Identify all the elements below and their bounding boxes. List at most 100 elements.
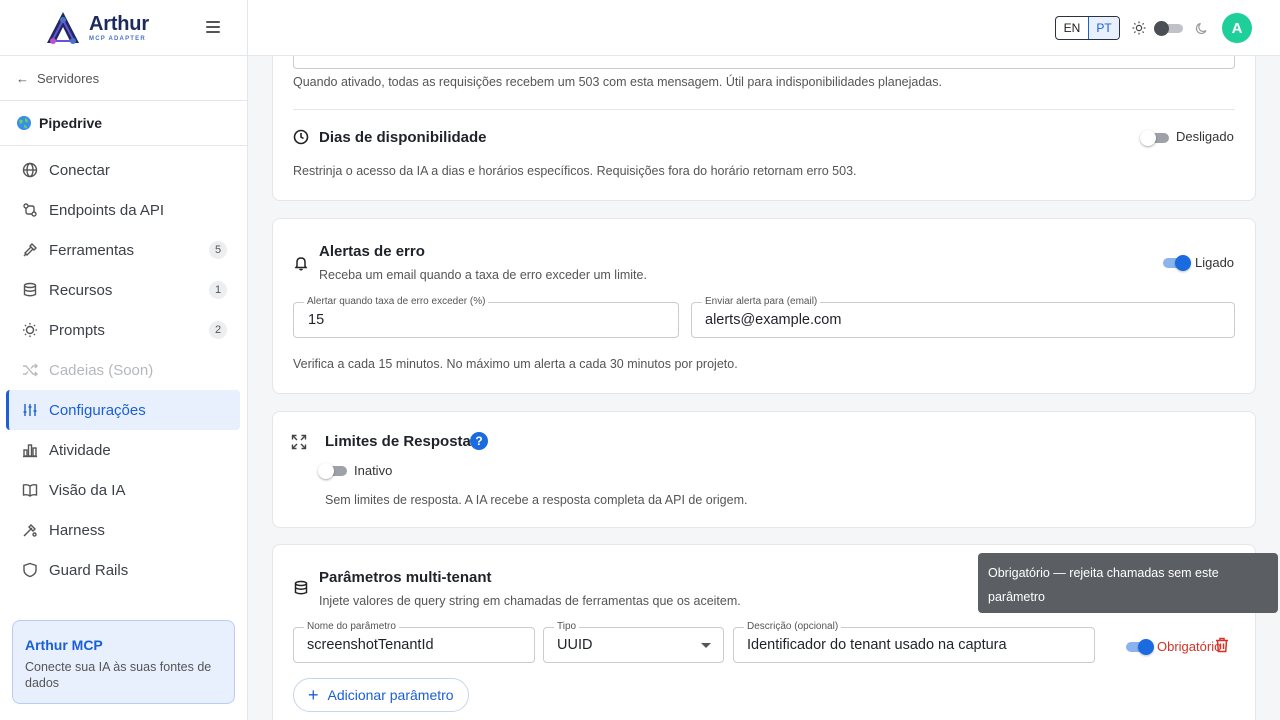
sidebar-item-prompts[interactable]: Prompts 2 (6, 310, 240, 350)
theme-toggle[interactable] (1154, 21, 1184, 36)
sidebar-item-label: Cadeias (Soon) (49, 361, 154, 379)
trash-icon[interactable] (1215, 637, 1229, 653)
sun-icon (1132, 21, 1146, 35)
availability-status: Desligado (1176, 129, 1234, 144)
promo-title: Arthur MCP (25, 637, 103, 653)
bulb-icon (22, 322, 38, 338)
menu-icon[interactable] (206, 21, 220, 33)
prompts-count-badge: 2 (209, 321, 227, 339)
sidebar-item-label: Visão da IA (49, 481, 126, 499)
logo-bar: Arthur MCP ADAPTER (0, 0, 247, 56)
user-avatar[interactable]: A (1222, 13, 1252, 43)
sidebar-item-atividade[interactable]: Atividade (6, 430, 240, 470)
sidebar-item-endpoints[interactable]: Endpoints da API (6, 190, 240, 230)
lang-en-button[interactable]: EN (1056, 17, 1088, 39)
alerts-helper: Verifica a cada 15 minutos. No máximo um… (293, 357, 738, 371)
add-parameter-button[interactable]: + Adicionar parâmetro (293, 678, 469, 712)
param-description-input[interactable]: Descrição (opcional) Identificador do te… (733, 621, 1095, 663)
sidebar-item-label: Guard Rails (49, 561, 129, 579)
param-type-select[interactable]: Tipo UUID (543, 621, 724, 663)
language-switcher: EN PT (1055, 16, 1120, 40)
bell-icon (293, 255, 309, 271)
alert-email-input[interactable]: Enviar alerta para (email) alerts@exampl… (691, 296, 1235, 338)
database-icon (22, 282, 38, 298)
arthur-logo-icon (47, 11, 79, 44)
sidebar-item-ferramentas[interactable]: Ferramentas 5 (6, 230, 240, 270)
endpoints-icon (22, 202, 38, 218)
alerts-subtitle: Receba um email quando a taxa de erro ex… (319, 268, 647, 282)
sidebar-item-label: Endpoints da API (49, 201, 165, 219)
limits-title: Limites de Resposta (325, 433, 471, 450)
harness-icon (22, 522, 38, 538)
param-required-toggle[interactable] (1124, 639, 1154, 655)
alerts-status: Ligado (1195, 255, 1235, 270)
maintenance-card: Quando ativado, todas as requisições rec… (272, 56, 1256, 201)
resources-count-badge: 1 (209, 281, 227, 299)
limits-status: Inativo (354, 463, 393, 478)
availability-title: Dias de disponibilidade (319, 129, 487, 146)
divider (293, 109, 1235, 110)
availability-helper: Restrinja o acesso da IA a dias e horári… (293, 164, 857, 178)
sidebar-item-recursos[interactable]: Recursos 1 (6, 270, 240, 310)
limits-helper: Sem limites de resposta. A IA recebe a r… (325, 493, 748, 507)
book-icon (22, 482, 38, 498)
arrow-left-icon: ← (16, 70, 29, 86)
sidebar-item-configuracoes[interactable]: Configurações (6, 390, 240, 430)
database-icon (293, 580, 309, 596)
sliders-icon (22, 402, 38, 418)
availability-toggle[interactable] (1140, 130, 1171, 146)
shield-icon (22, 562, 38, 578)
plus-icon: + (308, 685, 319, 705)
sidebar-item-label: Recursos (49, 281, 113, 299)
server-name: Pipedrive (39, 115, 103, 131)
promo-text: Conecte sua IA às suas fontes de dados (25, 660, 212, 690)
sidebar-item-guard-rails[interactable]: Guard Rails (6, 550, 240, 590)
error-alerts-card: Alertas de erro Receba um email quando a… (272, 218, 1256, 394)
alerts-title: Alertas de erro (319, 243, 425, 260)
add-parameter-label: Adicionar parâmetro (327, 687, 454, 703)
maintenance-helper: Quando ativado, todas as requisições rec… (293, 75, 942, 89)
bar-chart-icon (22, 442, 38, 458)
sidebar-nav: Conectar Endpoints da API Ferramentas 5 … (0, 146, 247, 590)
shuffle-icon (22, 362, 38, 378)
back-label: Servidores (37, 70, 100, 86)
sidebar-item-harness[interactable]: Harness (6, 510, 240, 550)
tools-icon (22, 242, 38, 258)
back-to-servers-link[interactable]: ← Servidores (0, 56, 247, 101)
tools-count-badge: 5 (209, 241, 227, 259)
help-icon[interactable]: ? (470, 432, 488, 450)
sidebar-item-cadeias: Cadeias (Soon) (6, 350, 240, 390)
sidebar-item-visao-ia[interactable]: Visão da IA (6, 470, 240, 510)
tenant-title: Parâmetros multi-tenant (319, 569, 492, 586)
response-limits-card: Limites de Resposta ? Inativo Sem limite… (272, 411, 1256, 528)
globe-icon (17, 116, 31, 130)
topbar: EN PT A (248, 0, 1280, 56)
promo-card: Arthur MCP Conecte sua IA às suas fontes… (12, 620, 235, 704)
param-required-label: Obrigatório (1157, 639, 1222, 654)
server-header: Pipedrive (0, 101, 247, 146)
chevron-down-icon (701, 643, 711, 648)
alerts-toggle[interactable] (1161, 255, 1191, 271)
sidebar-item-label: Configurações (49, 401, 146, 419)
globe-icon (22, 162, 38, 178)
clock-icon (293, 129, 309, 145)
brand-sub: MCP ADAPTER (89, 35, 146, 42)
maintenance-message-input[interactable] (293, 56, 1235, 69)
sidebar: Arthur MCP ADAPTER ← Servidores Pipedriv… (0, 0, 248, 720)
sidebar-item-label: Harness (49, 521, 105, 539)
param-name-input[interactable]: Nome do parâmetro screenshotTenantId (293, 621, 535, 663)
sidebar-item-label: Atividade (49, 441, 111, 459)
sidebar-item-label: Prompts (49, 321, 105, 339)
sidebar-item-label: Ferramentas (49, 241, 135, 259)
sidebar-item-label: Conectar (49, 161, 110, 179)
lang-pt-button[interactable]: PT (1088, 17, 1119, 39)
required-tooltip: Obrigatório — rejeita chamadas sem este … (978, 553, 1278, 613)
tenant-subtitle: Injete valores de query string em chamad… (319, 594, 741, 608)
settings-content: Quando ativado, todas as requisições rec… (248, 56, 1280, 720)
expand-icon (291, 434, 307, 450)
brand-name: Arthur (89, 12, 149, 35)
sidebar-item-conectar[interactable]: Conectar (6, 150, 240, 190)
limits-toggle[interactable] (318, 463, 349, 479)
moon-icon (1195, 22, 1207, 34)
error-threshold-input[interactable]: Alertar quando taxa de erro exceder (%) … (293, 296, 679, 338)
